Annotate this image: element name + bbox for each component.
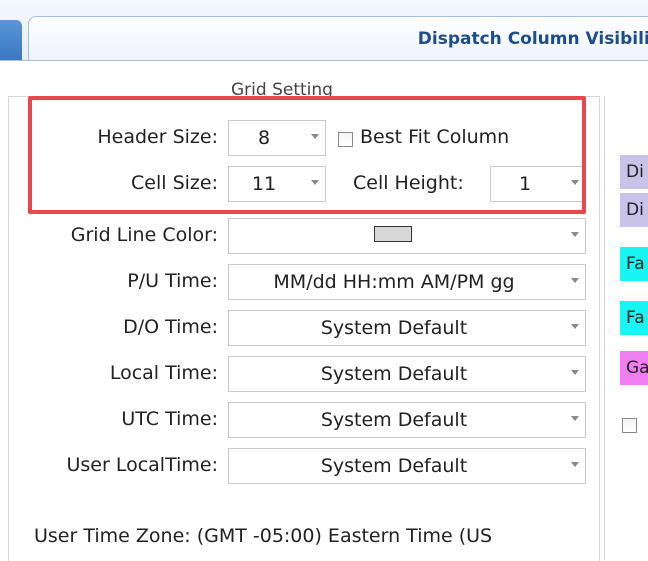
local-time-value: System Default [320,363,468,385]
local-time-dropdown[interactable]: System Default [228,356,586,392]
chevron-down-icon [571,370,579,375]
utc-time-label: UTC Time: [121,408,218,430]
chevron-down-icon [571,462,579,467]
chevron-down-icon [571,232,579,237]
local-time-label: Local Time: [109,362,218,384]
right-list-item[interactable]: Di [620,193,648,227]
right-list-item[interactable]: Di [620,155,648,189]
chevron-down-icon [571,416,579,421]
tab-strip: Dispatch Column Visibility [0,0,648,61]
do-time-value: System Default [320,317,468,339]
tab-title: Dispatch Column Visibility [417,29,648,49]
user-local-time-value: System Default [320,455,468,477]
panel-separator [604,96,605,560]
utc-time-dropdown[interactable]: System Default [228,402,586,438]
tab-divider [0,60,648,61]
user-local-time-dropdown[interactable]: System Default [228,448,586,484]
pu-time-dropdown[interactable]: MM/dd HH:mm AM/PM gg [228,264,586,300]
chevron-down-icon [571,324,579,329]
do-time-dropdown[interactable]: System Default [228,310,586,346]
chevron-down-icon [571,278,579,283]
user-local-time-label: User LocalTime: [66,454,219,476]
right-list-item[interactable]: Fa [620,301,648,335]
color-swatch [374,226,412,242]
grid-line-color-label: Grid Line Color: [70,224,218,246]
tab-previous[interactable] [0,20,22,60]
tab-dispatch-column-visibility[interactable]: Dispatch Column Visibility [28,16,648,61]
highlight-box [28,96,586,214]
do-time-label: D/O Time: [123,316,218,338]
utc-time-value: System Default [320,409,468,431]
pu-time-label: P/U Time: [127,270,218,292]
right-panel-checkbox[interactable] [622,418,637,433]
right-list-item[interactable]: Ga [620,351,648,385]
grid-line-color-dropdown[interactable] [228,218,586,254]
right-list-item[interactable]: Fa [620,247,648,281]
pu-time-value: MM/dd HH:mm AM/PM gg [273,271,515,293]
user-time-zone-text: User Time Zone: (GMT -05:00) Eastern Tim… [34,525,493,547]
